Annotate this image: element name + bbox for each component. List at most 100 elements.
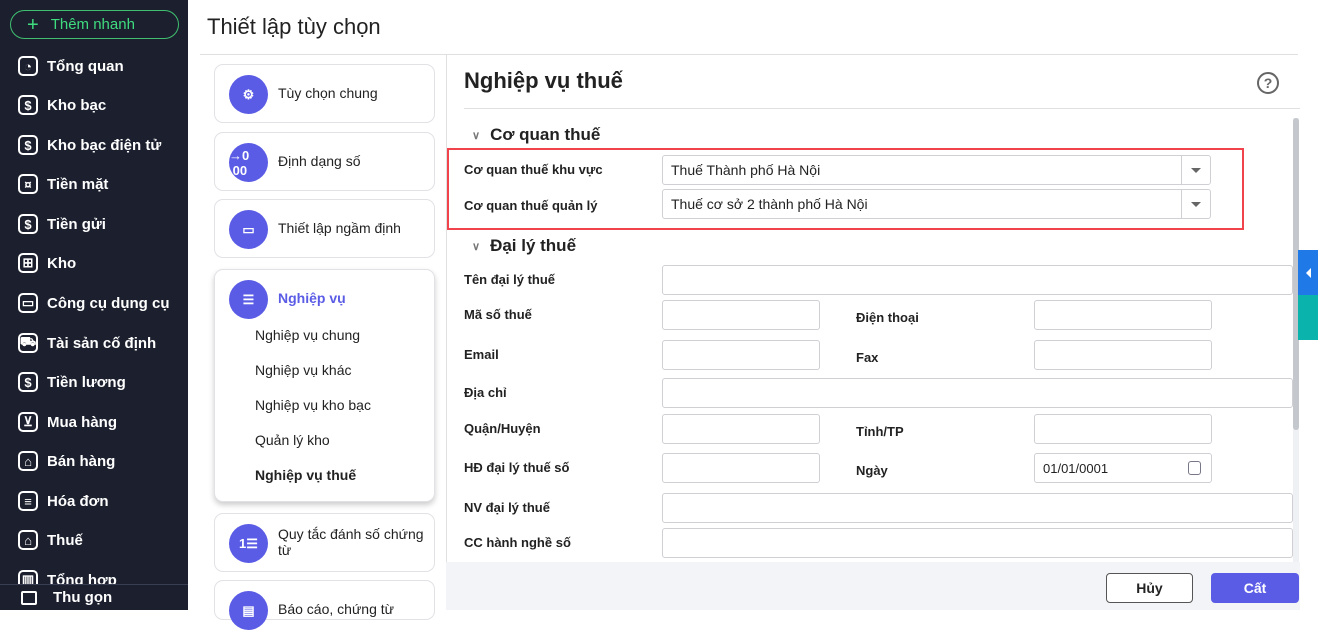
sidebar-item-1[interactable]: $ Kho bạc <box>0 87 188 123</box>
arrow-left-icon <box>1305 267 1311 278</box>
regional-authority-select[interactable]: Thuế Thành phố Hà Nội <box>662 155 1211 185</box>
sidebar-item-10[interactable]: ⌂ Bán hàng <box>0 443 188 479</box>
nav-label: Thiết lập ngầm định <box>278 220 401 236</box>
collapse-button[interactable]: Thu gọn <box>0 584 188 610</box>
fax-input[interactable] <box>1034 340 1212 370</box>
nav-card-4[interactable]: 1☰ Quy tắc đánh số chứng từ <box>214 513 435 572</box>
sidebar-item-7[interactable]: ⛟ Tài sản cố định <box>0 325 188 361</box>
collapse-icon <box>21 590 37 605</box>
sidebar-item-8[interactable]: $ Tiền lương <box>0 364 188 400</box>
date-input[interactable]: 01/01/0001 <box>1034 453 1212 483</box>
page-title: Thiết lập tùy chọn <box>207 14 381 39</box>
sidebar-item-9[interactable]: ⊻ Mua hàng <box>0 404 188 440</box>
deposit-icon: $ <box>18 214 38 234</box>
province-label: Tỉnh/TP <box>856 424 904 439</box>
name-label: Tên đại lý thuế <box>464 272 556 287</box>
nav-icon-5: ▤ <box>229 591 268 630</box>
nav-card-5[interactable]: ▤ Báo cáo, chứng từ <box>214 580 435 630</box>
sidebar-item-5[interactable]: ⊞ Kho <box>0 245 188 281</box>
nav-card-0[interactable]: ⚙ Tùy chọn chung <box>214 64 435 123</box>
district-input[interactable] <box>662 414 820 444</box>
email-label: Email <box>464 347 499 362</box>
sidebar-item-0[interactable]: ◔ Tổng quan <box>0 48 188 84</box>
divider <box>200 54 1298 55</box>
phone-label: Điện thoại <box>856 310 919 325</box>
sidebar-item-2[interactable]: $ Kho bạc điện tử <box>0 127 188 163</box>
employee-input[interactable] <box>662 493 1293 523</box>
district-label: Quận/Huyện <box>464 421 541 436</box>
tax_code-input[interactable] <box>662 300 820 330</box>
help-icon[interactable]: ? <box>1257 72 1279 94</box>
dropdown-arrow-icon[interactable] <box>1181 190 1210 218</box>
nav-label: Quy tắc đánh số chứng từ <box>278 526 424 558</box>
nav-icon-0: ⚙ <box>229 75 268 114</box>
side-tab[interactable] <box>1298 295 1318 340</box>
nav-card-1[interactable]: →0 .00 Định dạng số <box>214 132 435 191</box>
nav-label: Nghiệp vụ <box>278 290 346 306</box>
sidebar-item-6[interactable]: ▭ Công cụ dụng cụ <box>0 285 188 321</box>
contract-input[interactable] <box>662 453 820 483</box>
date-label: Ngày <box>856 463 888 478</box>
sidebar: + Thêm nhanh ◔ Tổng quan $ Kho bạc $ Kho bạc đ… <box>0 0 188 610</box>
cert-input[interactable] <box>662 528 1293 558</box>
province-input[interactable] <box>1034 414 1212 444</box>
managing-authority-select[interactable]: Thuế cơ sở 2 thành phố Hà Nội <box>662 189 1211 219</box>
pie-chart-icon: ◔ <box>18 56 38 76</box>
sidebar-item-3[interactable]: ¤ Tiền mặt <box>0 166 188 202</box>
plus-icon: + <box>27 13 39 36</box>
chevron-down-icon: ∨ <box>472 129 481 142</box>
cancel-button[interactable]: Hủy <box>1106 573 1193 603</box>
fax-label: Fax <box>856 350 879 365</box>
phone-input[interactable] <box>1034 300 1212 330</box>
contract-label: HĐ đại lý thuế số <box>464 460 570 475</box>
chevron-down-icon: ∨ <box>472 240 481 253</box>
section-tax-agent[interactable]: ∨ Đại lý thuế <box>472 236 576 256</box>
nav-icon-1: →0 .00 <box>229 143 268 182</box>
nav-sub-item-3[interactable]: Quản lý kho <box>255 432 330 448</box>
sidebar-item-12[interactable]: ⌂ Thuế <box>0 522 188 558</box>
salary-icon: $ <box>18 372 38 392</box>
address-input[interactable] <box>662 378 1293 408</box>
nav-card-2[interactable]: ▭ Thiết lập ngầm định <box>214 199 435 258</box>
regional-authority-label: Cơ quan thuế khu vực <box>464 162 603 177</box>
sidebar-item-4[interactable]: $ Tiền gửi <box>0 206 188 242</box>
store-icon: ⌂ <box>18 451 38 471</box>
cart-icon: ⊻ <box>18 412 38 432</box>
calendar-icon[interactable] <box>1188 461 1201 475</box>
nav-label: Định dạng số <box>278 153 361 169</box>
nav-sub-item-4[interactable]: Nghiệp vụ thuế <box>255 467 356 483</box>
nav-label: Tùy chọn chung <box>278 85 378 101</box>
nav-icon-2: ▭ <box>229 210 268 249</box>
nav-icon-3: ☰ <box>229 280 268 319</box>
quick-add-button[interactable]: + Thêm nhanh <box>10 10 179 39</box>
save-button[interactable]: Cất <box>1211 573 1299 603</box>
panel-title: Nghiệp vụ thuế <box>464 68 623 93</box>
dropdown-arrow-icon[interactable] <box>1181 156 1210 184</box>
nav-icon-4: 1☰ <box>229 524 268 563</box>
divider <box>464 108 1300 109</box>
tools-icon: ▭ <box>18 293 38 313</box>
sidebar-item-11[interactable]: ≡ Hóa đơn <box>0 483 188 519</box>
scrollbar-track[interactable] <box>1293 118 1299 562</box>
nav-sub-item-0[interactable]: Nghiệp vụ chung <box>255 327 360 343</box>
side-tab-toggle[interactable] <box>1298 250 1318 295</box>
nav-sub-item-2[interactable]: Nghiệp vụ kho bạc <box>255 397 371 413</box>
address-label: Địa chỉ <box>464 385 507 400</box>
divider <box>446 55 447 562</box>
tax_code-label: Mã số thuế <box>464 307 532 322</box>
section-tax-authority[interactable]: ∨ Cơ quan thuế <box>472 125 600 145</box>
employee-label: NV đại lý thuế <box>464 500 550 515</box>
nav-sub-item-1[interactable]: Nghiệp vụ khác <box>255 362 352 378</box>
treasury-icon: $ <box>18 95 38 115</box>
nav-label: Báo cáo, chứng từ <box>278 601 395 617</box>
nav-card-3[interactable]: ☰ Nghiệp vụ Nghiệp vụ chung Nghiệp vụ khá… <box>214 269 435 502</box>
bank-icon: ⌂ <box>18 530 38 550</box>
cash-icon: ¤ <box>18 174 38 194</box>
cert-label: CC hành nghề số <box>464 535 571 550</box>
managing-authority-label: Cơ quan thuế quản lý <box>464 198 598 213</box>
email-input[interactable] <box>662 340 820 370</box>
invoice-icon: ≡ <box>18 491 38 511</box>
e-treasury-icon: $ <box>18 135 38 155</box>
truck-icon: ⛟ <box>18 333 38 353</box>
name-input[interactable] <box>662 265 1293 295</box>
